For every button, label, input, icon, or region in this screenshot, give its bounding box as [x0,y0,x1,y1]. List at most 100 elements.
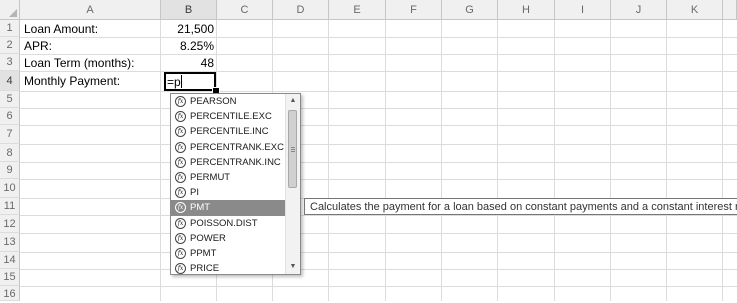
corner-triangle-icon [9,9,17,17]
function-icon: fx [175,232,186,244]
function-label: PERCENTILE.INC [190,126,269,138]
gridline [722,20,723,301]
function-icon: fx [175,111,186,123]
cell-a1[interactable]: Loan Amount: [24,22,98,36]
function-label: PRICE [190,263,220,275]
row-header-7[interactable]: 7 [0,125,20,144]
cell-a2[interactable]: APR: [24,39,52,53]
gridline [20,125,737,126]
function-item-poisson-dist[interactable]: fx POISSON.DIST [171,216,285,231]
function-icon: fx [175,263,186,275]
function-icon: fx [175,156,186,168]
row-header-16[interactable]: 16 [0,286,20,301]
function-item-percentile-inc[interactable]: fx PERCENTILE.INC [171,124,285,139]
gridline [20,233,737,234]
function-item-ppmt[interactable]: fx PPMT [171,246,285,261]
row-header-12[interactable]: 12 [0,215,20,233]
function-label: PMT [190,202,211,214]
gridline [497,20,498,301]
scrollbar-thumb[interactable] [288,110,297,188]
row-header-2[interactable]: 2 [0,37,20,54]
gridline [666,20,667,301]
row-header-6[interactable]: 6 [0,108,20,125]
spreadsheet: A B C D E F G H I J K 1 2 3 4 5 6 7 8 9 … [0,0,737,301]
function-item-percentrank-exc[interactable]: fx PERCENTRANK.EXC [171,140,285,155]
row-header-1[interactable]: 1 [0,20,20,37]
column-header-b[interactable]: B [161,0,217,20]
row-header-3[interactable]: 3 [0,54,20,71]
row-header-15[interactable]: 15 [0,269,20,286]
row-header-13[interactable]: 13 [0,233,20,252]
gridline [20,108,737,109]
gridline [20,54,737,55]
column-header-g[interactable]: G [442,0,498,20]
function-item-percentile-exc[interactable]: fx PERCENTILE.EXC [171,109,285,124]
gridline [441,20,442,301]
gridline [20,269,737,270]
function-label: PERMUT [190,171,231,183]
gridline [20,252,737,253]
cell-b3[interactable]: 48 [161,56,214,70]
function-item-pearson[interactable]: fx PEARSON [171,94,285,109]
column-header-i[interactable]: I [555,0,611,20]
row-header-4[interactable]: 4 [0,71,20,91]
gridline [20,179,737,180]
cell-b1[interactable]: 21,500 [161,22,214,36]
gridline [20,37,737,38]
gridline [385,20,386,301]
row-header-8[interactable]: 8 [0,144,20,162]
select-all-corner[interactable] [0,0,20,20]
row-header-10[interactable]: 10 [0,179,20,198]
cell-a4[interactable]: Monthly Payment: [24,74,120,88]
row-header-5[interactable]: 5 [0,91,20,108]
function-icon: fx [175,96,186,107]
function-list: fx PEARSON fx PERCENTILE.EXC fx PERCENTILE.… [171,94,285,276]
dropdown-scrollbar[interactable]: ▲ ▼ [285,94,300,274]
gridline [20,215,737,216]
function-icon: fx [175,126,186,138]
function-item-price[interactable]: fx PRICE [171,261,285,276]
scroll-up-icon[interactable]: ▲ [286,94,300,108]
function-icon: fx [175,187,186,199]
function-item-permut[interactable]: fx PERMUT [171,170,285,185]
column-header-a[interactable]: A [20,0,161,20]
column-header-c[interactable]: C [217,0,273,20]
cell-b4-editor[interactable]: =p [167,75,182,89]
function-icon: fx [175,217,186,229]
gridline [610,20,611,301]
text-caret [180,75,182,88]
column-header-partial[interactable] [723,0,737,20]
function-tooltip: Calculates the payment for a loan based … [304,198,737,215]
cell-a3[interactable]: Loan Term (months): [24,56,135,70]
column-header-j[interactable]: J [611,0,667,20]
column-header-h[interactable]: H [498,0,555,20]
gridline [20,286,737,287]
cell-b2[interactable]: 8.25% [161,39,214,53]
gridline [20,144,737,145]
column-header-f[interactable]: F [386,0,442,20]
function-item-pmt-selected[interactable]: fx PMT [171,200,285,216]
grip-line [291,151,295,152]
row-header-11[interactable]: 11 [0,198,20,215]
column-header-k[interactable]: K [667,0,723,20]
function-label: POISSON.DIST [190,217,258,229]
function-item-pi[interactable]: fx PI [171,185,285,200]
function-icon: fx [175,247,186,259]
function-item-percentrank-inc[interactable]: fx PERCENTRANK.INC [171,155,285,170]
grip-line [291,147,295,148]
function-icon: fx [175,171,186,183]
column-header-d[interactable]: D [273,0,329,20]
formula-text: =p [167,75,181,89]
function-label: PPMT [190,247,217,259]
function-label: PEARSON [190,96,237,107]
column-header-e[interactable]: E [329,0,386,20]
function-item-power[interactable]: fx POWER [171,231,285,246]
row-header-14[interactable]: 14 [0,252,20,269]
gridline [328,20,329,301]
function-autocomplete-list[interactable]: fx PEARSON fx PERCENTILE.EXC fx PERCENTILE.… [170,93,301,275]
function-label: PERCENTILE.EXC [190,111,272,123]
grip-line [291,149,295,150]
gridline [20,91,737,92]
row-header-9[interactable]: 9 [0,162,20,179]
scroll-down-icon[interactable]: ▼ [286,260,300,274]
